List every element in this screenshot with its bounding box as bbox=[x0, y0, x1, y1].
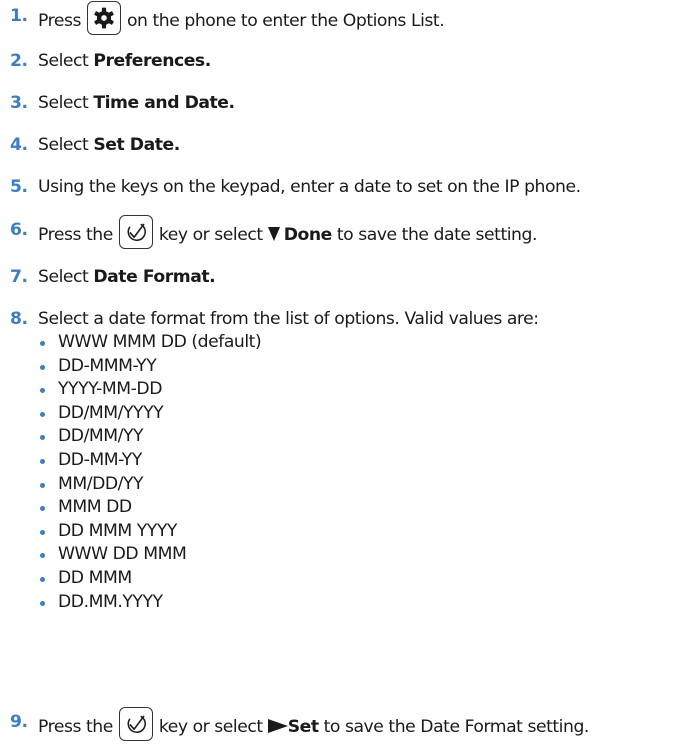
triangle-right-icon bbox=[267, 719, 288, 733]
step-text: key or select bbox=[158, 225, 268, 245]
step-text: key or select bbox=[158, 717, 268, 737]
step-number: 3. bbox=[10, 93, 28, 113]
step-number: 7. bbox=[10, 267, 28, 287]
done-key-checkmark-icon bbox=[118, 707, 153, 741]
menu-item-time-and-date: Time and Date. bbox=[93, 93, 235, 113]
list-item: MM/DD/YY bbox=[38, 473, 261, 497]
step-text: Press the bbox=[38, 225, 113, 245]
step-text: Select bbox=[38, 51, 94, 71]
list-item: MMM DD bbox=[38, 496, 261, 520]
step-text: Select a date format from the list of op… bbox=[38, 309, 539, 329]
list-item: YYYY-MM-DD bbox=[38, 378, 261, 402]
step-text: Press bbox=[38, 11, 81, 31]
options-key-icon bbox=[86, 1, 121, 35]
step-number: 2. bbox=[10, 51, 28, 71]
list-item: WWW DD MMM bbox=[38, 543, 261, 567]
step-text: Select bbox=[38, 267, 94, 287]
date-format-list: WWW MMM DD (default) DD-MMM-YY YYYY-MM-D… bbox=[10, 331, 262, 615]
softkey-set: Set bbox=[287, 717, 319, 737]
step-text: Select bbox=[38, 135, 94, 155]
menu-item-date-format: Date Format. bbox=[93, 267, 216, 287]
step-text: on the phone to enter the Options List. bbox=[126, 11, 445, 31]
step-6: 6. Press the key or select Done to save th… bbox=[10, 215, 538, 252]
step-number: 9. bbox=[10, 712, 28, 732]
menu-item-preferences: Preferences. bbox=[93, 51, 211, 71]
step-7: 7. Select Date Format. bbox=[10, 265, 216, 289]
step-text: Press the bbox=[38, 717, 113, 737]
list-item: DD-MMM-YY bbox=[38, 355, 261, 379]
list-item: DD-MM-YY bbox=[38, 449, 261, 473]
step-text: Select bbox=[38, 93, 94, 113]
step-number: 5. bbox=[10, 177, 28, 197]
step-1: 1. Press on the phone to enter the Options… bbox=[10, 1, 445, 38]
step-4: 4. Select Set Date. bbox=[10, 133, 180, 157]
step-text: Using the keys on the keypad, enter a da… bbox=[38, 177, 581, 197]
step-5: 5. Using the keys on the keypad, enter a … bbox=[10, 175, 581, 199]
softkey-done: Done bbox=[283, 225, 333, 245]
step-8: 8. Select a date format from the list of … bbox=[10, 307, 539, 331]
list-item: DD MMM bbox=[38, 567, 261, 591]
list-item: DD/MM/YY bbox=[38, 425, 261, 449]
list-item: DD.MM.YYYY bbox=[38, 591, 261, 615]
step-number: 1. bbox=[10, 6, 28, 26]
step-number: 8. bbox=[10, 309, 28, 329]
list-item: DD MMM YYYY bbox=[38, 520, 261, 544]
step-number: 6. bbox=[10, 220, 28, 240]
page: { "steps": [ {"num": "1.", "parts": {"a"… bbox=[0, 0, 693, 748]
menu-item-set-date: Set Date. bbox=[93, 135, 180, 155]
step-text: to save the Date Format setting. bbox=[318, 717, 590, 737]
triangle-down-icon bbox=[267, 227, 280, 241]
step-text: to save the date setting. bbox=[331, 225, 538, 245]
step-number: 4. bbox=[10, 135, 28, 155]
step-3: 3. Select Time and Date. bbox=[10, 91, 235, 115]
list-item: WWW MMM DD (default) bbox=[38, 331, 262, 355]
list-item: DD/MM/YYYY bbox=[38, 402, 261, 426]
done-key-checkmark-icon bbox=[118, 215, 153, 249]
step-2: 2. Select Preferences. bbox=[10, 49, 211, 73]
step-9: 9. Press the key or select Set to save the… bbox=[10, 707, 590, 744]
